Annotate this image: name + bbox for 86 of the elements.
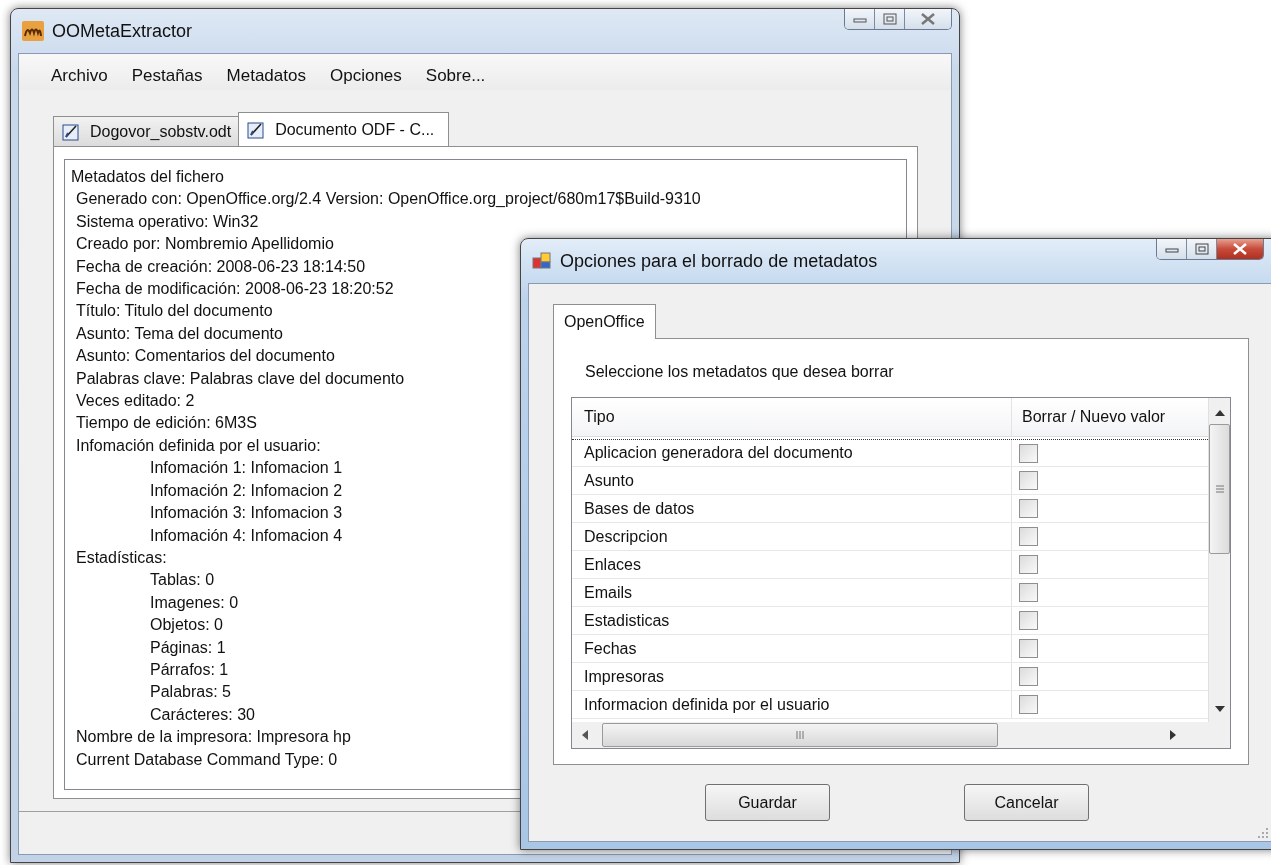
metadata-line: Palabras clave: Palabras clave del documento: [75, 368, 405, 389]
metadata-line: Infomación definida por el usuario:: [75, 435, 321, 456]
metadata-line: Estadísticas:: [75, 547, 167, 568]
table-cell: Emails: [572, 579, 1012, 606]
delete-checkbox[interactable]: [1019, 667, 1038, 686]
instruction-text: Seleccione los metadatos que desea borrar: [584, 363, 895, 382]
table-cell: Asunto: [572, 467, 1012, 494]
minimize-icon: [852, 15, 867, 23]
metadata-line: Sistema operativo: Win32: [75, 211, 259, 232]
document-tab[interactable]: Dogovor_sobstv.odt: [53, 116, 241, 146]
options-tab[interactable]: OpenOffice: [553, 304, 656, 339]
delete-checkbox[interactable]: [1019, 583, 1038, 602]
metadata-line: Carácteres: 30: [149, 704, 255, 725]
metadata-line: Asunto: Tema del documento: [75, 323, 283, 344]
scroll-right-arrow-icon: [1170, 730, 1176, 740]
scroll-thumb[interactable]: [1209, 424, 1230, 554]
table-cell: Impresoras: [572, 663, 1012, 690]
document-tab[interactable]: Documento ODF - C...: [238, 112, 450, 146]
menu-item[interactable]: Pestañas: [123, 64, 211, 88]
metadata-line: Infomación 2: Infomacion 2: [149, 480, 343, 501]
delete-checkbox[interactable]: [1019, 443, 1038, 463]
maximize-button[interactable]: [1187, 239, 1217, 259]
metadata-line: Veces editado: 2: [75, 391, 195, 412]
menu-item[interactable]: Metadatos: [218, 64, 314, 88]
metadata-line: Infomación 1: Infomacion 1: [149, 458, 343, 479]
table-cell: Informacion definida por el usuario: [572, 691, 1012, 718]
metadata-heading: Metadatos del fichero: [71, 167, 224, 187]
close-icon: [1232, 243, 1248, 255]
window-title: OOMetaExtractor: [52, 20, 193, 42]
maximize-icon: [882, 13, 897, 25]
scroll-thumb[interactable]: [602, 723, 998, 747]
metadata-line: Infomación 4: Infomacion 4: [149, 525, 343, 546]
horizontal-scrollbar[interactable]: [572, 722, 1230, 748]
minimize-icon: [1164, 245, 1179, 253]
scroll-up-arrow-icon: [1214, 410, 1225, 416]
dialog-title: Opciones para el borrado de metadatos: [560, 250, 878, 272]
menu-item[interactable]: Archivo: [43, 64, 116, 88]
metadata-line: Páginas: 1: [149, 637, 226, 658]
metadata-line: Objetos: 0: [149, 615, 223, 636]
metadata-line: Imagenes: 0: [149, 592, 239, 613]
dialog-app-icon: [532, 251, 552, 271]
menu-item[interactable]: Sobre...: [417, 64, 494, 88]
scroll-down-arrow-icon: [1214, 706, 1225, 712]
maximize-icon: [1194, 243, 1209, 255]
metadata-line: Nombre de la impresora: Impresora hp: [75, 727, 351, 748]
metadata-line: Asunto: Comentarios del documento: [75, 346, 335, 367]
grip-icon: [796, 730, 804, 740]
delete-checkbox[interactable]: [1019, 639, 1038, 658]
metadata-line: Tiempo de edición: 6M3S: [75, 413, 257, 434]
metadata-line: Creado por: Nombremio Apellidomio: [75, 234, 334, 255]
menu-item[interactable]: Opciones: [321, 64, 410, 88]
vertical-scrollbar[interactable]: [1208, 398, 1230, 722]
metadata-line: Infomación 3: Infomacion 3: [149, 503, 343, 524]
metadata-line: Palabras: 5: [149, 682, 231, 703]
scroll-left-arrow-icon: [582, 730, 588, 740]
document-edit-icon: [247, 120, 266, 139]
metadata-line: Párrafos: 1: [149, 659, 229, 680]
grip-icon: [1214, 485, 1225, 493]
table-cell: Enlaces: [572, 551, 1012, 578]
delete-checkbox[interactable]: [1019, 695, 1038, 714]
metadata-line: Current Database Command Type: 0: [75, 749, 338, 770]
dialog-button[interactable]: Cancelar: [964, 784, 1089, 821]
delete-checkbox[interactable]: [1019, 611, 1038, 630]
column-header[interactable]: Tipo: [572, 398, 1012, 436]
table-cell: Aplicacion generadora del documento: [572, 440, 1012, 466]
table-cell: Descripcion: [572, 523, 1012, 550]
metadata-line: Fecha de creación: 2008-06-23 18:14:50: [75, 256, 366, 277]
table-cell: Bases de datos: [572, 495, 1012, 522]
document-edit-icon: [62, 122, 80, 141]
close-icon: [920, 13, 936, 25]
column-header[interactable]: Borrar / Nuevo valor: [1012, 398, 1208, 436]
delete-checkbox[interactable]: [1019, 527, 1038, 546]
dialog-button[interactable]: Guardar: [705, 784, 830, 821]
metadata-line: Generado con: OpenOffice.org/2.4 Version: OpenOffice.org_project/680m17$Build-9310: [75, 189, 701, 210]
app-logo-icon: [22, 21, 44, 41]
table-cell: Fechas: [572, 635, 1012, 662]
metadata-line: Título: Titulo del documento: [75, 301, 273, 322]
resize-grip-icon: [1257, 827, 1269, 839]
metadata-line: Tablas: 0: [149, 570, 215, 591]
minimize-button[interactable]: [1157, 239, 1187, 259]
close-button[interactable]: [1217, 239, 1263, 259]
metadata-line: Fecha de modificación: 2008-06-23 18:20:52: [75, 279, 394, 300]
delete-checkbox[interactable]: [1019, 555, 1038, 574]
table-cell: Estadisticas: [572, 607, 1012, 634]
delete-checkbox[interactable]: [1019, 471, 1038, 490]
delete-checkbox[interactable]: [1019, 499, 1038, 518]
